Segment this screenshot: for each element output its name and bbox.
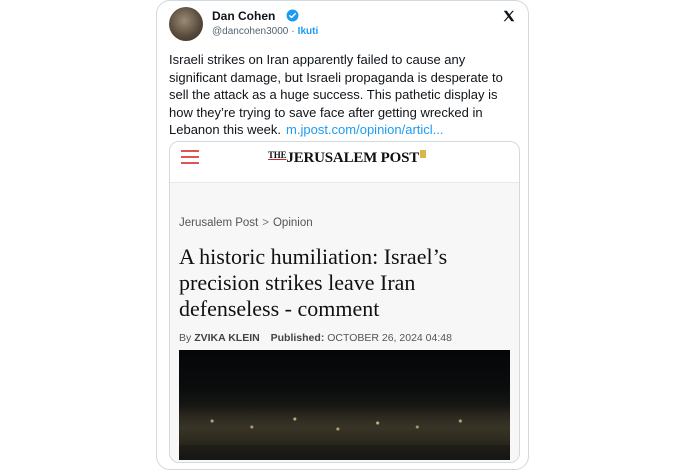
link-preview-card[interactable]: THEJERUSALEM POST Jerusalem Post > Opinion… [169, 141, 520, 463]
follow-button[interactable]: Ikuti [298, 26, 319, 37]
x-logo-icon[interactable] [502, 9, 516, 23]
breadcrumb-section[interactable]: Opinion [273, 217, 313, 229]
handle-separator: · [291, 26, 295, 37]
handle-row: @dancohen3000 · Ikuti [212, 26, 318, 37]
published-date: OCTOBER 26, 2024 04:48 [327, 332, 452, 344]
avatar[interactable] [169, 7, 203, 41]
byline: By ZVIKA KLEIN Published: OCTOBER 26, 20… [179, 332, 452, 344]
breadcrumb-separator: > [262, 217, 269, 229]
breadcrumb: Jerusalem Post > Opinion [179, 217, 313, 229]
article-title[interactable]: A historic humiliation: Israel’s precisi… [179, 244, 514, 322]
author-name[interactable]: Dan Cohen [212, 9, 275, 23]
verified-badge-icon [286, 9, 299, 22]
tweet-text: Israeli strikes on Iran apparently faile… [169, 51, 521, 139]
logo-the: THE [268, 150, 287, 160]
author-handle[interactable]: @dancohen3000 [212, 26, 288, 37]
byline-author[interactable]: ZVIKA KLEIN [194, 332, 260, 344]
hamburger-menu-icon[interactable] [181, 150, 199, 166]
byline-by: By [179, 332, 192, 344]
tweet-link[interactable]: m.jpost.com/opinion/articl... [286, 122, 444, 137]
site-header: THEJERUSALEM POST [170, 142, 519, 183]
night-city-lights [179, 405, 510, 445]
logo-main: JERUSALEM POST [286, 150, 420, 166]
tweet-card: Dan Cohen @dancohen3000 · Ikuti Israeli st… [156, 0, 529, 470]
published-label: Published: [270, 332, 325, 344]
site-logo[interactable]: THEJERUSALEM POST [268, 150, 427, 167]
logo-flag-icon [420, 150, 427, 158]
article-photo[interactable] [179, 350, 510, 460]
breadcrumb-site[interactable]: Jerusalem Post [179, 217, 258, 229]
